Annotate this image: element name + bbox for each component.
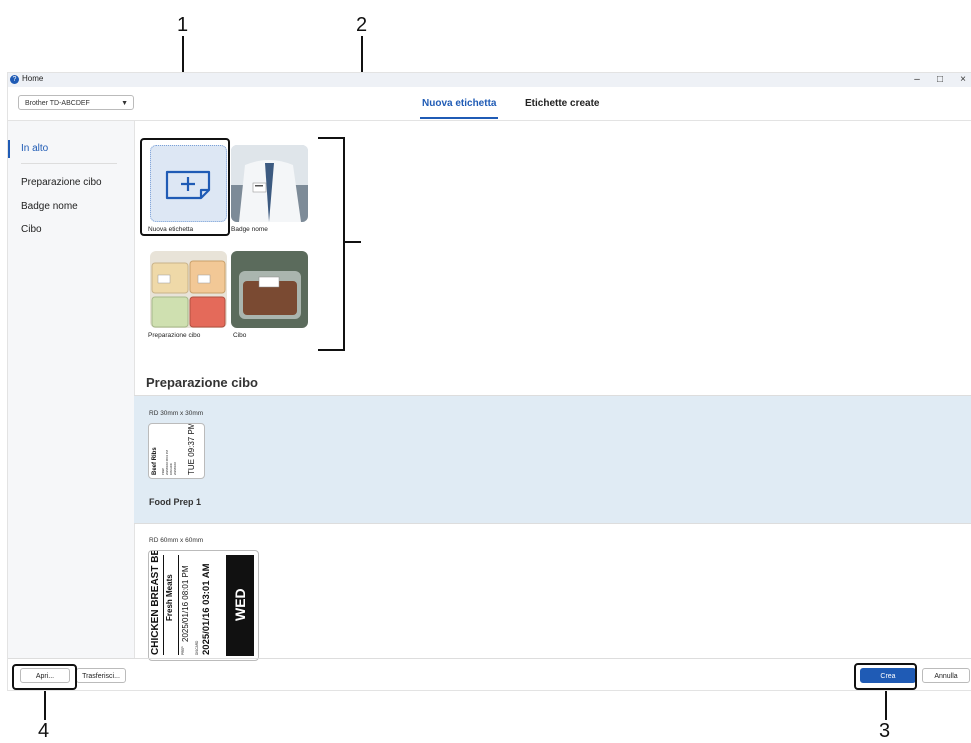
chevron-down-icon: ▼ xyxy=(121,100,128,107)
transfer-button[interactable]: Trasferisci... xyxy=(76,668,126,683)
thumb-line-3: DISCARD xyxy=(170,463,173,475)
callout-2: 2 xyxy=(356,14,368,36)
tab-new-label[interactable]: Nuova etichetta xyxy=(422,98,496,109)
cancel-button[interactable]: Annulla xyxy=(922,668,970,683)
callout-1: 1 xyxy=(177,14,189,36)
food-prep-card-label: Preparazione cibo xyxy=(148,332,201,339)
template-size-label: RD 60mm x 60mm xyxy=(149,537,204,544)
name-badge-card-label: Badge nome xyxy=(231,226,268,233)
thumb-prep-time: 2025/01/16 08:01 PM xyxy=(181,565,190,642)
minimize-button[interactable]: – xyxy=(910,74,924,86)
close-button[interactable]: × xyxy=(956,74,970,86)
food-containers-photo xyxy=(150,251,227,328)
window-title: Home xyxy=(22,74,44,83)
thumb-category: Fresh Meats xyxy=(165,574,174,621)
callout-3: 3 xyxy=(879,720,891,742)
thumb-prep-label: PREP xyxy=(181,646,185,655)
highlight-create-button xyxy=(854,663,917,690)
template-size-label: RD 30mm x 30mm xyxy=(149,410,204,417)
help-circle-icon: ? xyxy=(10,75,19,84)
maximize-button[interactable]: □ xyxy=(933,74,947,86)
thumb-discard-time: 2025/01/16 03:01 AM xyxy=(201,563,212,655)
thumb-item-name: Beef Ribs xyxy=(152,447,158,475)
sidebar-divider xyxy=(21,163,117,164)
thumb-line-1: PREP xyxy=(162,467,165,475)
bracket-categories xyxy=(318,137,361,351)
packaged-food-photo xyxy=(231,251,308,328)
name-badge-card[interactable] xyxy=(231,145,308,222)
header-divider xyxy=(8,120,971,121)
thumb-day: WED xyxy=(232,588,248,621)
printer-select[interactable]: Brother TD-ABCDEF ▼ xyxy=(18,95,134,110)
thumb-item-name: CHICKEN BREAST BBQ xyxy=(150,550,161,655)
name-badge-photo xyxy=(231,145,308,222)
sidebar-item-food-prep[interactable]: Preparazione cibo xyxy=(21,177,102,188)
food-prep-card[interactable] xyxy=(150,251,227,328)
section-title: Preparazione cibo xyxy=(146,375,258,390)
active-tab-indicator xyxy=(420,117,498,119)
food-card[interactable] xyxy=(231,251,308,328)
thumb-discard-label: DISCARD xyxy=(195,640,199,655)
tab-created-labels[interactable]: Etichette create xyxy=(525,98,599,109)
thumb-line-4: 2025/01/16 xyxy=(174,462,177,475)
highlight-new-label xyxy=(140,138,230,236)
sidebar: In alto Preparazione cibo Badge nome Cib… xyxy=(8,121,135,658)
template-name: Food Prep 1 xyxy=(149,497,202,507)
selected-template-band[interactable] xyxy=(134,396,971,523)
thumb-line-2: 2025/01/16 08:01 PM xyxy=(166,450,169,475)
template-thumbnail[interactable]: CHICKEN BREAST BBQ Fresh Meats PREP 2025… xyxy=(148,550,259,661)
template-divider xyxy=(134,523,971,524)
template-thumbnail[interactable]: Beef Ribs PREP 2025/01/16 08:01 PM DISCA… xyxy=(148,423,205,479)
printer-select-value: Brother TD-ABCDEF xyxy=(25,100,90,107)
sidebar-item-top[interactable]: In alto xyxy=(21,143,48,154)
sidebar-item-name-badge[interactable]: Badge nome xyxy=(21,201,78,212)
highlight-open-button xyxy=(12,664,77,690)
food-card-label: Cibo xyxy=(233,332,247,339)
label-rule xyxy=(163,555,164,655)
callout-4: 4 xyxy=(38,720,50,742)
label-rule xyxy=(178,555,179,655)
title-bar: ? Home – □ × xyxy=(8,73,971,87)
thumb-day-time: TUE 09:37 PM xyxy=(187,423,196,475)
sidebar-active-indicator xyxy=(8,140,10,158)
sidebar-item-food[interactable]: Cibo xyxy=(21,224,42,235)
footer-divider xyxy=(8,658,971,659)
